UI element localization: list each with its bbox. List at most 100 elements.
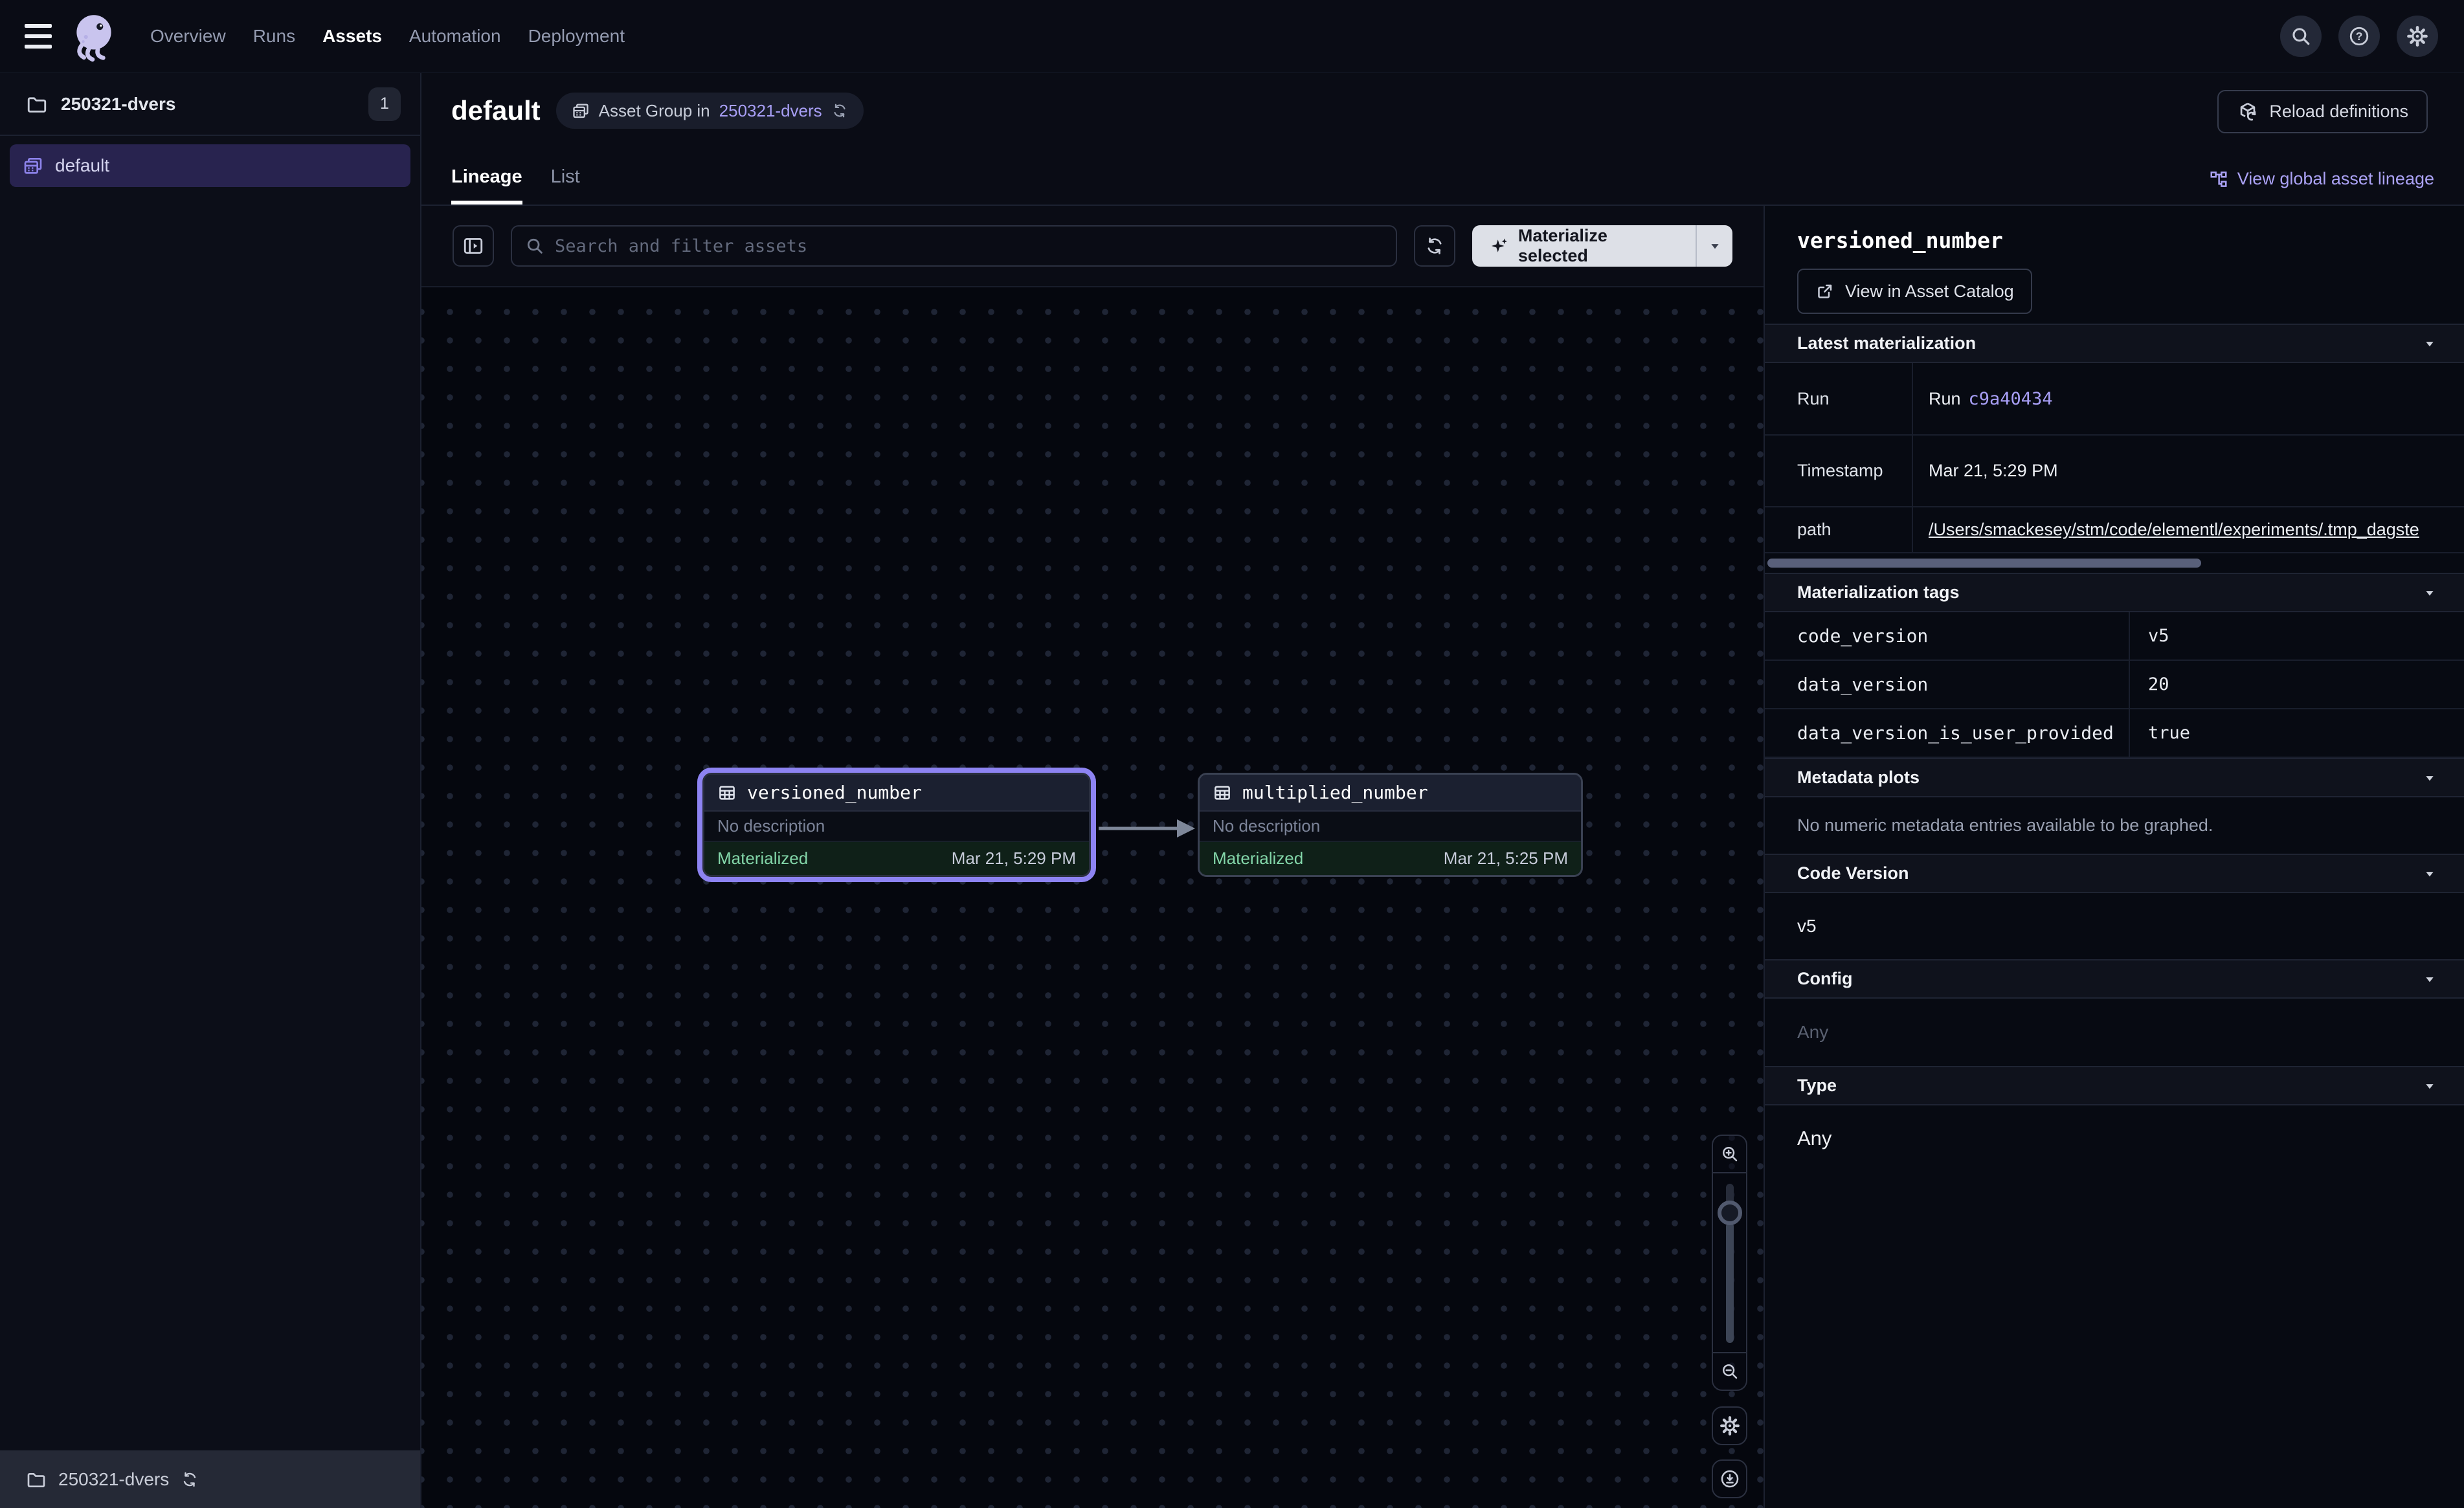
- config-value: Any: [1765, 999, 2464, 1066]
- asset-node-versioned-number[interactable]: versioned_number No description Material…: [702, 773, 1091, 877]
- search-icon: [525, 236, 544, 256]
- path-label: path: [1765, 507, 1913, 552]
- sidebar-footer[interactable]: 250321-dvers: [0, 1450, 420, 1508]
- badge-group-link[interactable]: 250321-dvers: [719, 101, 822, 121]
- sidebar-item-default[interactable]: default: [10, 144, 410, 187]
- run-id-link[interactable]: c9a40434: [1969, 389, 2053, 409]
- refresh-graph-button[interactable]: [1414, 225, 1455, 267]
- graph-settings-button[interactable]: [1712, 1406, 1747, 1445]
- type-value: Any: [1765, 1105, 2464, 1171]
- nav-item-runs[interactable]: Runs: [253, 26, 295, 47]
- help-button[interactable]: [2338, 16, 2380, 57]
- table-scroll-strip: [1765, 553, 2464, 573]
- asset-node-status: Materialized: [717, 848, 808, 869]
- folder-icon: [26, 1469, 47, 1490]
- primary-nav: Overview Runs Assets Automation Deployme…: [150, 26, 625, 47]
- asset-details-panel: versioned_number View in Asset Catalog L…: [1765, 206, 2464, 1508]
- page-header: default Asset Group in 250321-dvers Relo…: [421, 73, 2464, 206]
- code-version-value: v5: [1765, 893, 2464, 959]
- toggle-sidebar-button[interactable]: [453, 225, 494, 267]
- download-icon: [1719, 1469, 1740, 1489]
- lineage-graph-icon: [2209, 170, 2228, 189]
- view-in-asset-catalog-button[interactable]: View in Asset Catalog: [1797, 269, 2032, 314]
- nav-item-automation[interactable]: Automation: [409, 26, 501, 47]
- chevron-down-icon: [2421, 770, 2438, 786]
- reload-definitions-button[interactable]: Reload definitions: [2217, 90, 2428, 133]
- horizontal-scrollbar[interactable]: [1767, 559, 2201, 568]
- download-graph-button[interactable]: [1712, 1459, 1747, 1498]
- tag-row-data-version: data_version 20: [1765, 661, 2464, 709]
- page-title: default: [451, 95, 541, 126]
- asset-search-box[interactable]: [511, 225, 1397, 267]
- section-metadata-plots[interactable]: Metadata plots: [1765, 758, 2464, 797]
- panel-toggle-icon: [462, 235, 484, 257]
- path-value-link[interactable]: /Users/smackesey/stm/code/elementl/exper…: [1929, 520, 2419, 540]
- section-materialization-tags[interactable]: Materialization tags: [1765, 573, 2464, 612]
- asset-group-icon: [572, 102, 590, 120]
- reload-definitions-icon: [2237, 101, 2259, 123]
- hamburger-menu-icon[interactable]: [25, 24, 52, 49]
- section-code-version[interactable]: Code Version: [1765, 854, 2464, 893]
- tag-key: code_version: [1765, 612, 2130, 660]
- section-config[interactable]: Config: [1765, 959, 2464, 999]
- latest-run-row: Run Run c9a40434: [1765, 363, 2464, 436]
- section-type[interactable]: Type: [1765, 1066, 2464, 1105]
- asset-search-input[interactable]: [555, 236, 1383, 256]
- refresh-icon: [1424, 236, 1445, 256]
- table-icon: [717, 783, 737, 803]
- zoom-out-button[interactable]: [1713, 1352, 1746, 1390]
- chevron-down-icon: [2421, 1078, 2438, 1094]
- materialize-dropdown-caret[interactable]: [1696, 225, 1732, 267]
- zoom-controls: [1712, 1135, 1747, 1391]
- tab-list[interactable]: List: [551, 166, 580, 205]
- asset-node-description: No description: [704, 812, 1089, 842]
- nav-item-assets[interactable]: Assets: [322, 26, 382, 47]
- section-latest-materialization[interactable]: Latest materialization: [1765, 324, 2464, 363]
- materialize-selected-button[interactable]: Materialize selected: [1472, 225, 1733, 267]
- search-button[interactable]: [2280, 16, 2322, 57]
- lineage-canvas[interactable]: versioned_number No description Material…: [421, 287, 1764, 1508]
- chevron-down-icon: [1707, 238, 1723, 254]
- code-location-name: 250321-dvers: [58, 1469, 169, 1490]
- timestamp-label: Timestamp: [1765, 436, 1913, 506]
- tag-value: true: [2130, 709, 2464, 757]
- asset-group-badge[interactable]: Asset Group in 250321-dvers: [556, 93, 864, 129]
- zoom-slider-thumb[interactable]: [1718, 1201, 1742, 1225]
- badge-prefix: Asset Group in: [599, 101, 710, 121]
- run-prefix: Run: [1929, 389, 1961, 409]
- nav-item-deployment[interactable]: Deployment: [528, 26, 625, 47]
- tag-value: v5: [2130, 612, 2464, 660]
- asset-node-title: versioned_number: [747, 782, 922, 803]
- zoom-slider[interactable]: [1713, 1173, 1746, 1352]
- sidebar-item-label: default: [55, 155, 109, 176]
- lineage-graph-section: Materialize selected: [421, 206, 1765, 1508]
- tag-key: data_version: [1765, 661, 2130, 708]
- timestamp-value: Mar 21, 5:29 PM: [1913, 436, 2464, 506]
- tag-row-data-version-is-user-provided: data_version_is_user_provided true: [1765, 709, 2464, 758]
- zoom-out-icon: [1720, 1362, 1740, 1381]
- sidebar-group-row[interactable]: 250321-dvers 1: [0, 73, 420, 136]
- settings-button[interactable]: [2397, 16, 2438, 57]
- asset-group-icon: [23, 155, 43, 176]
- tab-lineage[interactable]: Lineage: [451, 166, 522, 205]
- chevron-down-icon: [2421, 335, 2438, 352]
- tag-key: data_version_is_user_provided: [1765, 709, 2130, 757]
- metadata-plots-empty-text: No numeric metadata entries available to…: [1765, 797, 2464, 854]
- chevron-down-icon: [2421, 865, 2438, 882]
- chevron-down-icon: [2421, 971, 2438, 988]
- refresh-icon[interactable]: [831, 102, 848, 119]
- dagster-logo[interactable]: [67, 10, 120, 63]
- asset-node-timestamp: Mar 21, 5:29 PM: [952, 848, 1076, 869]
- view-global-asset-lineage-link[interactable]: View global asset lineage: [2209, 169, 2434, 189]
- folder-icon: [26, 93, 48, 115]
- table-icon: [1213, 783, 1232, 803]
- asset-node-multiplied-number[interactable]: multiplied_number No description Materia…: [1198, 773, 1583, 877]
- zoom-in-button[interactable]: [1713, 1136, 1746, 1173]
- refresh-icon[interactable]: [181, 1470, 199, 1489]
- run-label: Run: [1765, 363, 1913, 434]
- tag-row-code-version: code_version v5: [1765, 612, 2464, 661]
- asset-node-status: Materialized: [1213, 848, 1303, 869]
- asset-groups-sidebar: 250321-dvers 1 default 250321-dvers: [0, 73, 421, 1508]
- nav-item-overview[interactable]: Overview: [150, 26, 226, 47]
- zoom-in-icon: [1720, 1144, 1740, 1164]
